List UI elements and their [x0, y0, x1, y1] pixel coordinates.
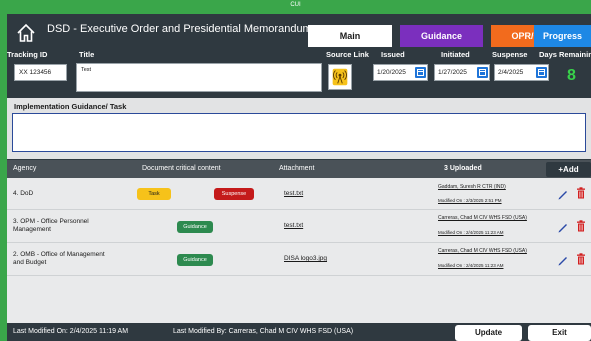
table-row[interactable]: 2. OMB - Office of Management and Budget… [7, 244, 591, 276]
title-input[interactable]: Test [76, 63, 322, 92]
row-agency: 2. OMB - Office of Management and Budget [13, 251, 105, 266]
pencil-icon[interactable] [557, 254, 569, 266]
suspense-date-value: 2/4/2025 [498, 69, 524, 76]
modified-by-link[interactable]: Gaddam, Suresh R CTR (IND) [438, 184, 506, 190]
home-icon[interactable] [15, 22, 37, 44]
guidance-panel: Implementation Guidance/ Task [7, 98, 591, 159]
app-title: DSD - Executive Order and Presidential M… [47, 23, 318, 35]
trash-icon[interactable] [576, 220, 586, 232]
suspense-label: Suspense [492, 50, 528, 59]
tab-guidance[interactable]: Guidance [400, 25, 483, 47]
trash-icon[interactable] [576, 253, 586, 265]
attachment-link[interactable]: DISA logo3.jpg [284, 255, 327, 262]
table-row[interactable]: 4. DoD Task Suspense test.txt Gaddam, Su… [7, 179, 591, 210]
agency-table: Agency Document critical content Attachm… [7, 160, 591, 323]
modified-on-link[interactable]: Modified On : 2/4/2025 11:23 AM [438, 263, 503, 268]
suspense-date-input[interactable]: 2/4/2025 [494, 64, 549, 81]
modified-by-link[interactable]: Carreras, Chad M CIV WHS FSD (USA) [438, 215, 527, 221]
modified-by-link[interactable]: Carreras, Chad M CIV WHS FSD (USA) [438, 248, 527, 254]
tracking-id-input[interactable]: XX 123456 [14, 64, 67, 81]
calendar-icon[interactable] [477, 67, 488, 78]
guidance-input[interactable] [12, 113, 586, 152]
signal-tower-icon [332, 68, 348, 86]
update-button[interactable]: Update [455, 325, 522, 341]
classification-banner: CUI [290, 2, 301, 8]
source-link-button[interactable] [328, 64, 352, 90]
source-link-label: Source Link [326, 50, 369, 59]
initiated-label: Initiated [441, 50, 470, 59]
pencil-icon[interactable] [557, 188, 569, 200]
table-header: Agency Document critical content Attachm… [7, 160, 591, 178]
row-agency: 4. DoD [13, 190, 34, 197]
modified-on-link[interactable]: Modified On : 2/4/2025 11:23 AM [438, 230, 503, 235]
attachment-link[interactable]: test.txt [284, 222, 303, 229]
add-button[interactable]: +Add [546, 162, 591, 177]
trash-icon[interactable] [576, 187, 586, 199]
initiated-date-input[interactable]: 1/27/2025 [434, 64, 490, 81]
critical-content-column-header: Document critical content [142, 165, 221, 172]
tab-progress[interactable]: Progress [534, 25, 591, 47]
guidance-label: Implementation Guidance/ Task [14, 102, 127, 111]
exit-button[interactable]: Exit [528, 325, 591, 341]
footer-bar: Last Modified On: 2/4/2025 11:19 AM Last… [7, 323, 591, 341]
guidance-badge: Guidance [177, 254, 213, 266]
pencil-icon[interactable] [557, 221, 569, 233]
calendar-icon[interactable] [536, 67, 547, 78]
tracking-id-label: Tracking ID [7, 50, 48, 59]
guidance-badge: Guidance [177, 221, 213, 233]
title-label: Title [79, 50, 95, 59]
last-modified-by: Last Modified By: Carreras, Chad M CIV W… [173, 328, 354, 335]
initiated-date-value: 1/27/2025 [438, 69, 467, 76]
days-remaining-label: Days Remaining [539, 50, 591, 59]
issued-date-input[interactable]: 1/20/2025 [373, 64, 428, 81]
attachment-link[interactable]: test.txt [284, 190, 303, 197]
issued-label: Issued [381, 50, 405, 59]
calendar-icon[interactable] [415, 67, 426, 78]
modified-on-link[interactable]: Modified On : 2/3/2025 2:51 PM [438, 198, 502, 203]
suspense-badge: Suspense [214, 188, 254, 200]
app-frame: DSD - Executive Order and Presidential M… [7, 14, 591, 341]
agency-column-header: Agency [13, 165, 37, 172]
task-badge: Task [137, 188, 171, 200]
tab-main[interactable]: Main [308, 25, 392, 47]
attachment-column-header: Attachment [279, 165, 315, 172]
issued-date-value: 1/20/2025 [377, 69, 406, 76]
uploaded-count: 3 Uploaded [444, 165, 482, 172]
days-remaining-value: 8 [567, 67, 576, 84]
row-agency: 3. OPM - Office Personnel Management [13, 218, 89, 233]
last-modified-on: Last Modified On: 2/4/2025 11:19 AM [13, 328, 129, 335]
table-row[interactable]: 3. OPM - Office Personnel Management Gui… [7, 211, 591, 243]
